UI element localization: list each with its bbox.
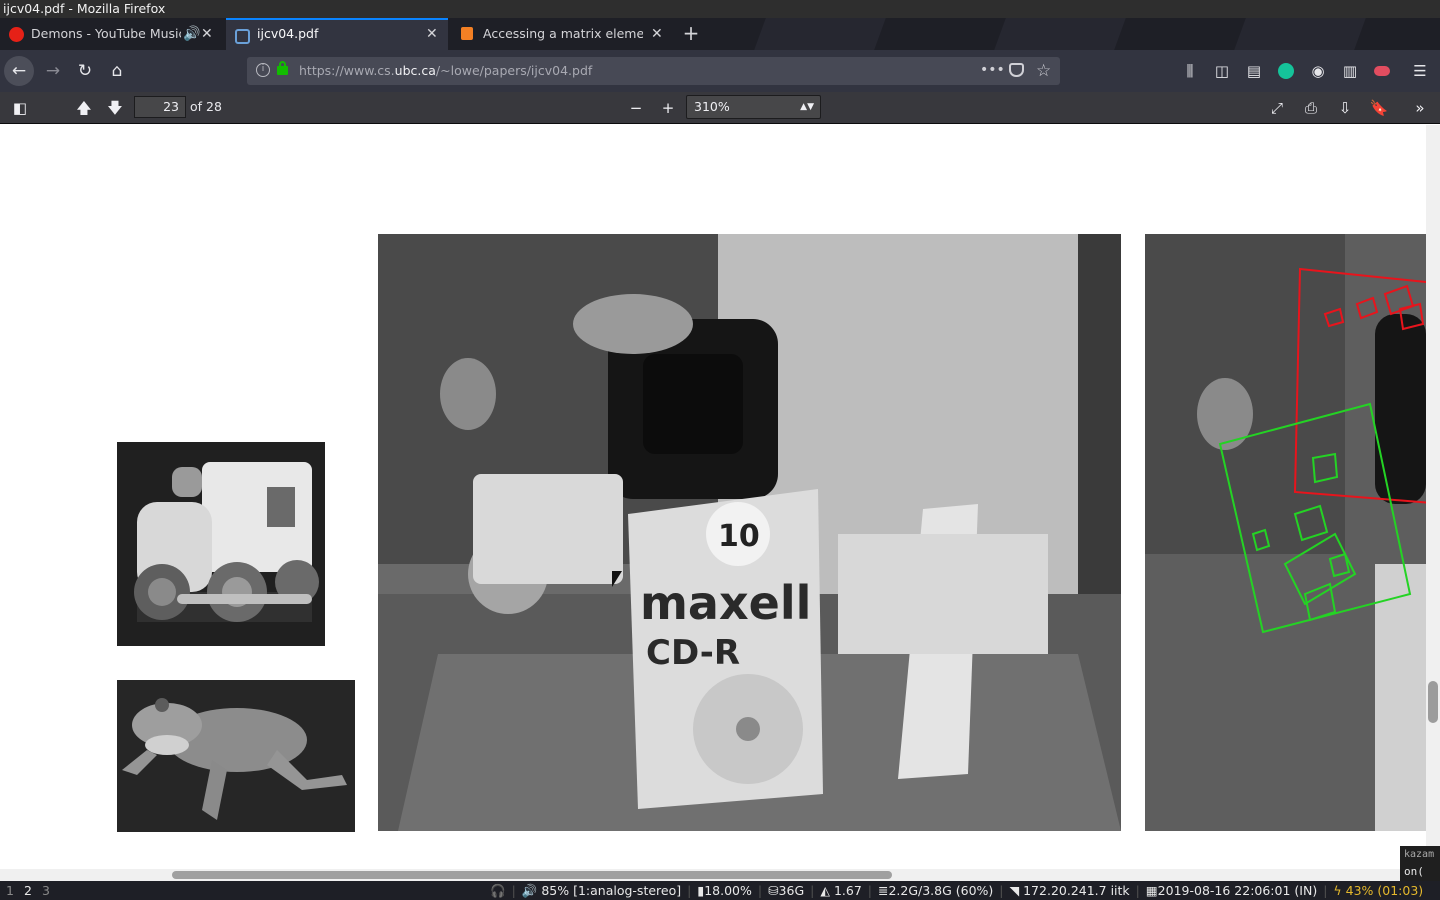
print-icon[interactable]: ⎙ <box>1299 96 1323 120</box>
tab-label: Accessing a matrix elemen <box>483 26 643 41</box>
forward-icon: → <box>45 61 61 81</box>
workspace-3[interactable]: 3 <box>42 881 50 900</box>
pdf-toolbar: ◧ 🡅 🡇 23 of 28 − + 310% ▲▼ ⤢ ⎙ ⇩ 🔖 » <box>0 92 1440 124</box>
home-icon: ⌂ <box>111 61 123 81</box>
ubc-cs-icon <box>235 29 250 44</box>
url-domain: ubc.ca <box>394 63 436 78</box>
bookmark-icon[interactable]: 🔖 <box>1367 96 1391 120</box>
close-tab-icon[interactable]: ✕ <box>426 20 438 50</box>
window-title: ijcv04.pdf - Mozilla Firefox <box>0 0 1440 18</box>
chevron-updown-icon: ▲▼ <box>800 102 814 112</box>
presentation-mode-icon[interactable]: ⤢ <box>1265 96 1289 120</box>
page-count: of 28 <box>190 99 222 114</box>
terminal-window-peek[interactable]: kazam on( '/ oaded <box>1400 846 1440 882</box>
page-actions-icon[interactable]: ••• <box>980 57 1005 83</box>
menu-icon[interactable]: ☰ <box>1409 60 1431 82</box>
terminal-line: kazam <box>1404 849 1435 860</box>
library-icon[interactable]: ⫼ <box>1179 60 1201 82</box>
tab-strip-decoration <box>754 18 886 50</box>
url-text[interactable]: https://www.cs.ubc.ca/~lowe/papers/ijcv0… <box>299 57 592 85</box>
sidebar-toggle-icon[interactable]: ◧ <box>8 96 32 120</box>
new-tab-button[interactable]: + <box>678 18 704 50</box>
tab-strip-decoration <box>1234 18 1366 50</box>
reader-icon[interactable]: ▤ <box>1243 60 1265 82</box>
load-status: 1.67 <box>833 883 862 898</box>
memory-icon: ≣ <box>877 883 889 898</box>
memory-status: 2.2G/3.8G (60%) <box>888 883 994 898</box>
nav-toolbar: ← → ↻ ⌂ i https://www.cs.ubc.ca/~lowe/pa… <box>0 50 1440 92</box>
zoom-in-button[interactable]: + <box>656 96 680 120</box>
url-prefix: https://www.cs. <box>299 63 395 78</box>
horizontal-scroll-thumb[interactable] <box>172 871 892 879</box>
page-number-input[interactable]: 23 <box>134 96 186 118</box>
mouse-cursor <box>612 571 622 587</box>
zoom-select[interactable]: 310% ▲▼ <box>686 95 821 119</box>
close-tab-icon[interactable]: ✕ <box>651 18 663 50</box>
workspace-2[interactable]: 2 <box>24 881 32 900</box>
back-icon: ← <box>11 61 27 81</box>
calendar-icon: ▦ <box>1145 883 1158 898</box>
volume-status: 85% [1:analog-stereo] <box>541 883 682 898</box>
horizontal-scrollbar[interactable] <box>0 869 1426 881</box>
svg-text:CD-R: CD-R <box>646 633 740 673</box>
reload-icon: ↻ <box>77 61 93 81</box>
figure-scene-image: maxell CD-R 10 <box>378 234 1121 831</box>
url-bar[interactable]: i https://www.cs.ubc.ca/~lowe/papers/ijc… <box>247 57 1060 85</box>
charging-icon: ϟ <box>1333 883 1342 898</box>
previous-page-icon[interactable]: 🡅 <box>72 96 96 120</box>
brightness-status: 18.00% <box>704 883 752 898</box>
tab-youtube-music[interactable]: Demons - YouTube Music 🔊 ✕ <box>0 18 222 50</box>
battery-status: 43% (01:03) <box>1345 883 1424 898</box>
status-blocks: 🎧 | 🔊 85% [1:analog-stereo] | ▮18.00% | … <box>490 883 1424 898</box>
youtube-music-icon <box>9 27 24 42</box>
extension-icon[interactable]: ▥ <box>1339 60 1361 82</box>
sidebar-icon[interactable]: ◫ <box>1211 60 1233 82</box>
tab-label: ijcv04.pdf <box>257 26 319 41</box>
network-status: 172.20.241.7 iitk <box>1023 883 1130 898</box>
disk-icon: ⛁ <box>768 883 779 898</box>
tab-label: Demons - YouTube Music <box>31 26 181 41</box>
speaker-icon[interactable]: 🔊 <box>183 18 200 50</box>
pocket-icon[interactable] <box>1009 63 1024 77</box>
figure-recognition-result-image <box>1145 234 1426 831</box>
forward-button[interactable]: → <box>38 56 68 86</box>
close-tab-icon[interactable]: ✕ <box>201 18 213 50</box>
figure-frog-image <box>117 680 355 832</box>
grammarly-icon[interactable] <box>1275 60 1297 82</box>
stackoverflow-icon <box>461 27 473 40</box>
disk-status: 36G <box>778 883 805 898</box>
back-button[interactable]: ← <box>4 56 34 86</box>
tab-strip-decoration <box>994 18 1126 50</box>
speaker-icon: 🔊 <box>521 883 538 898</box>
figure-train-image <box>117 442 325 646</box>
svg-text:maxell: maxell <box>640 576 811 630</box>
pdf-page[interactable]: maxell CD-R 10 <box>0 125 1426 869</box>
wifi-icon: ◥ <box>1009 883 1020 898</box>
zoom-value: 310% <box>694 99 730 114</box>
home-button[interactable]: ⌂ <box>102 56 132 86</box>
url-path: /~lowe/papers/ijcv04.pdf <box>435 63 593 78</box>
vertical-scroll-thumb[interactable] <box>1428 681 1438 723</box>
zoom-out-button[interactable]: − <box>624 96 648 120</box>
extension-icon[interactable]: ◉ <box>1307 60 1329 82</box>
tools-chevron-icon[interactable]: » <box>1408 96 1432 120</box>
next-page-icon[interactable]: 🡇 <box>103 96 127 120</box>
terminal-line: on( '/ <box>1404 865 1424 878</box>
load-icon: ◭ <box>820 883 830 898</box>
tab-strip: Demons - YouTube Music 🔊 ✕ ijcv04.pdf ✕ … <box>0 18 1440 50</box>
system-status-bar: 1 2 3 🎧 | 🔊 85% [1:analog-stereo] | ▮18.… <box>0 881 1440 900</box>
tab-stackoverflow[interactable]: Accessing a matrix elemen ✕ <box>452 18 674 50</box>
workspace-1[interactable]: 1 <box>6 881 14 900</box>
extension-icon[interactable] <box>1371 60 1393 82</box>
bookmark-star-icon[interactable]: ☆ <box>1036 57 1051 85</box>
lock-shackle <box>279 61 286 68</box>
headphones-icon: 🎧 <box>490 883 506 898</box>
tab-ijcv04[interactable]: ijcv04.pdf ✕ <box>226 18 448 50</box>
download-icon[interactable]: ⇩ <box>1333 96 1357 120</box>
svg-text:10: 10 <box>718 519 760 554</box>
datetime-status: 2019-08-16 22:06:01 (IN) <box>1157 883 1318 898</box>
vertical-scrollbar[interactable] <box>1426 125 1440 869</box>
reload-button[interactable]: ↻ <box>70 56 100 86</box>
info-icon[interactable]: i <box>256 63 270 77</box>
